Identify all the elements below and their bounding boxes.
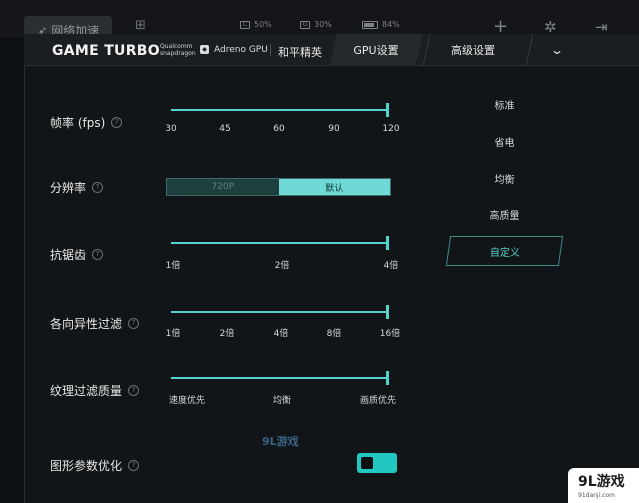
- divider: [270, 44, 271, 56]
- anisotropic-row-label: 各向异性过滤 ?: [50, 315, 140, 332]
- help-icon[interactable]: ?: [128, 318, 140, 329]
- cpu-value: 50%: [254, 20, 272, 29]
- gpu-stat: G 30%: [300, 20, 332, 29]
- anisotropic-tick: 8倍: [326, 329, 342, 339]
- adreno-label: Adreno GPU: [214, 45, 268, 55]
- snapdragon-icon: ◆: [200, 45, 209, 54]
- texture-ticks: 速度优先 均衡 画质优先: [166, 393, 402, 406]
- preset-high-quality[interactable]: 高质量: [448, 200, 561, 228]
- resolution-toggle: 720P 默认: [166, 178, 391, 196]
- qualcomm-logo: Qualcomm snapdragon: [160, 43, 196, 57]
- divider: [525, 34, 534, 66]
- gift-icon[interactable]: ⊞: [135, 18, 146, 33]
- help-icon[interactable]: ?: [111, 117, 123, 128]
- preset-custom[interactable]: 自定义: [445, 236, 564, 266]
- help-icon[interactable]: ?: [128, 460, 140, 471]
- anisotropic-ticks: 1倍 2倍 4倍 8倍 16倍: [165, 326, 402, 339]
- anisotropic-tick: 1倍: [165, 329, 181, 339]
- resolution-label: 分辨率: [50, 181, 87, 195]
- switch-knob: [361, 457, 373, 469]
- cpu-stat: C 50%: [240, 20, 272, 29]
- texture-tick: 画质优先: [359, 396, 397, 406]
- fps-tick: 30: [165, 124, 177, 134]
- help-icon[interactable]: ?: [92, 182, 104, 193]
- anisotropic-slider-track: [171, 311, 387, 313]
- resolution-row-label: 分辨率 ?: [50, 179, 104, 196]
- fps-tick: 120: [382, 124, 400, 134]
- gpu-value: 30%: [314, 20, 332, 29]
- preset-balanced[interactable]: 均衡: [448, 164, 561, 192]
- preset-standard[interactable]: 标准: [448, 90, 561, 118]
- tab-advanced-settings[interactable]: 高级设置: [423, 34, 523, 66]
- fps-row-label: 帧率 (fps) ?: [50, 114, 123, 131]
- antialias-tick: 1倍: [165, 261, 181, 271]
- anisotropic-label: 各向异性过滤: [50, 317, 123, 331]
- antialias-ticks: 1倍 2倍 4倍: [165, 258, 402, 271]
- preset-power-saving[interactable]: 省电: [448, 127, 561, 155]
- battery-stat: 84%: [362, 20, 400, 29]
- fps-tick: 90: [328, 124, 340, 134]
- game-name: 和平精英: [278, 46, 322, 59]
- antialias-row-label: 抗锯齿 ?: [50, 246, 104, 263]
- graphics-opt-label: 图形参数优化: [50, 459, 123, 473]
- gpu-icon: G: [300, 20, 310, 29]
- tab-gpu-settings[interactable]: GPU设置: [329, 34, 423, 66]
- texture-slider-track: [171, 377, 387, 379]
- fps-ticks: 30 45 60 90 120: [165, 124, 402, 136]
- texture-slider-thumb[interactable]: [386, 371, 389, 385]
- anisotropic-slider[interactable]: [171, 305, 389, 319]
- texture-tick: 速度优先: [168, 396, 206, 406]
- antialias-label: 抗锯齿: [50, 248, 87, 262]
- fps-tick: 45: [219, 124, 231, 134]
- resolution-option-720p[interactable]: 720P: [167, 179, 279, 195]
- texture-tick: 均衡: [272, 396, 292, 406]
- antialias-slider-track: [171, 242, 387, 244]
- antialias-slider-thumb[interactable]: [386, 236, 389, 250]
- panel-header: GAME TURBO Qualcomm snapdragon ◆ Adreno …: [24, 34, 639, 66]
- chevron-down-icon[interactable]: ⌄: [550, 43, 564, 57]
- fps-slider-thumb[interactable]: [386, 103, 389, 117]
- fps-slider-track: [171, 109, 387, 111]
- watermark-logo: 9L游戏: [262, 435, 299, 448]
- antialias-tick: 4倍: [383, 261, 399, 271]
- graphics-opt-switch[interactable]: [357, 453, 397, 473]
- anisotropic-tick: 2倍: [219, 329, 235, 339]
- antialias-slider[interactable]: [171, 236, 389, 250]
- resolution-option-default[interactable]: 默认: [278, 179, 390, 195]
- texture-row-label: 纹理过滤质量 ?: [50, 382, 140, 399]
- anisotropic-tick: 16倍: [379, 329, 401, 339]
- anisotropic-tick: 4倍: [273, 329, 289, 339]
- corner-watermark: 9L游戏 91danji.com: [568, 468, 639, 503]
- texture-label: 纹理过滤质量: [50, 384, 123, 398]
- battery-value: 84%: [382, 20, 400, 29]
- help-icon[interactable]: ?: [92, 249, 104, 260]
- battery-icon: [362, 20, 378, 29]
- antialias-tick: 2倍: [274, 261, 290, 271]
- texture-slider[interactable]: [171, 371, 389, 385]
- graphics-opt-row-label: 图形参数优化 ?: [50, 457, 140, 474]
- help-icon[interactable]: ?: [128, 385, 140, 396]
- fps-slider[interactable]: [171, 103, 389, 117]
- cpu-icon: C: [240, 20, 250, 29]
- brand-title: GAME TURBO: [52, 43, 160, 59]
- fps-tick: 60: [273, 124, 285, 134]
- fps-label: 帧率 (fps): [50, 116, 106, 130]
- anisotropic-slider-thumb[interactable]: [386, 305, 389, 319]
